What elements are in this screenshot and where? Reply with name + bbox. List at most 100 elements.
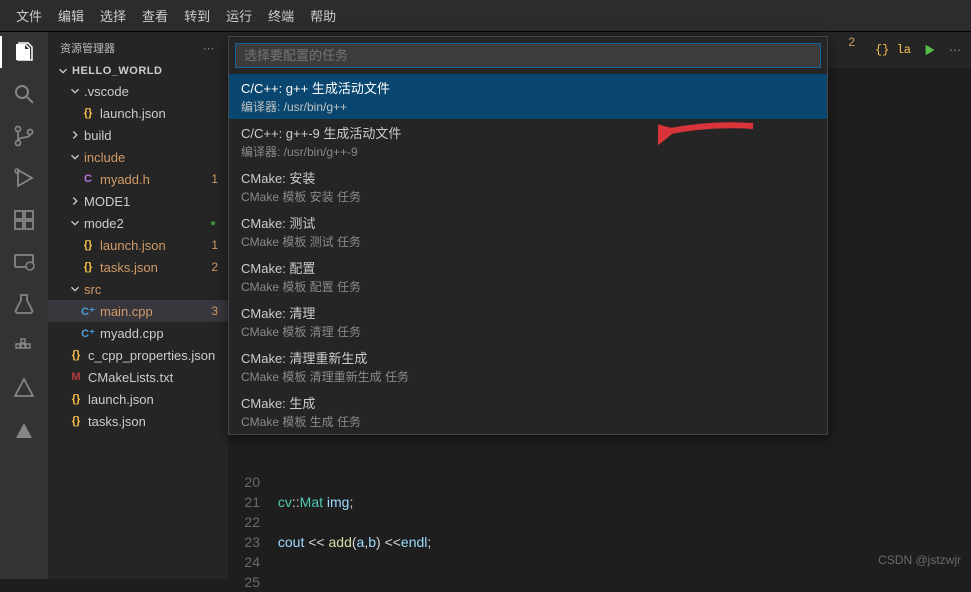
modified-badge: 1 [211,172,228,186]
tree-label: main.cpp [100,304,211,319]
menu-编辑[interactable]: 编辑 [50,4,92,27]
json-icon: {} [68,347,84,363]
search-icon [12,82,36,106]
modified-badge: 1 [211,238,228,252]
json-icon: {} [68,391,84,407]
tree-label: myadd.cpp [100,326,228,341]
code-line: 25 [236,572,971,592]
cpp-icon: C⁺ [80,325,96,341]
folder-include[interactable]: include [48,146,228,168]
task-picker-dropdown: C/C++: g++ 生成活动文件编译器: /usr/bin/g++C/C++:… [228,36,828,435]
file-main.cpp[interactable]: C⁺main.cpp3 [48,300,228,322]
activity-debug[interactable] [0,166,48,190]
task-main-label: C/C++: g++ 生成活动文件 [241,78,815,97]
task-option[interactable]: CMake: 配置CMake 模板 配置 任务 [229,254,827,299]
file-launch.json[interactable]: {} launch.json [48,102,228,124]
folder-mode2[interactable]: mode2 [48,212,228,234]
tab-la[interactable]: {} la [875,43,911,57]
tree-label: tasks.json [100,260,211,275]
activity-misc[interactable] [0,418,48,442]
tree-label: include [84,150,228,165]
activity-remote[interactable] [0,250,48,274]
more-icon[interactable]: ⋯ [203,42,216,55]
file-c_cpp_properties.json[interactable]: {} c_cpp_properties.json [48,344,228,366]
cpp-icon: C⁺ [80,303,96,319]
project-root[interactable]: HELLO_WORLD [48,62,228,80]
file-tasks.json[interactable]: {} tasks.json [48,410,228,432]
task-picker-list: C/C++: g++ 生成活动文件编译器: /usr/bin/g++C/C++:… [229,74,827,434]
chevron-down-icon [68,282,82,296]
flask-icon [12,292,36,316]
menu-查看[interactable]: 查看 [134,4,176,27]
menu-bar: 文件编辑选择查看转到运行终端帮助 [0,0,971,32]
activity-extensions[interactable] [0,208,48,232]
code-line: 21 cv::Mat img; [236,492,971,512]
chevron-down-icon [68,216,82,230]
activity-explorer[interactable] [0,40,48,64]
tree-label: build [84,128,228,143]
triangle-icon [12,418,36,442]
project-name: HELLO_WORLD [72,65,162,77]
task-option[interactable]: CMake: 安装CMake 模板 安装 任务 [229,164,827,209]
task-sub-label: CMake 模板 安装 任务 [241,188,815,205]
json-icon: {} [68,413,84,429]
tree-label: myadd.h [100,172,211,187]
remote-icon [12,250,36,274]
folder-build[interactable]: build [48,124,228,146]
folder-.vscode[interactable]: .vscode [48,80,228,102]
task-option[interactable]: C/C++: g++-9 生成活动文件编译器: /usr/bin/g++-9 [229,119,827,164]
activity-docker[interactable] [0,334,48,358]
tree-label: src [84,282,228,297]
tree-label: MODE1 [84,194,228,209]
tree-label: tasks.json [88,414,228,429]
debug-icon [12,166,36,190]
more-icon[interactable]: ⋯ [949,43,961,57]
tree-label: .vscode [84,84,228,99]
cmake-icon [12,376,36,400]
json-icon: {} [80,259,96,275]
activity-testing[interactable] [0,292,48,316]
menu-文件[interactable]: 文件 [8,4,50,27]
file-myadd.cpp[interactable]: C⁺ myadd.cpp [48,322,228,344]
code-line: 20 [236,472,971,492]
chevron-down-icon [68,84,82,98]
task-main-label: CMake: 生成 [241,393,815,412]
chevron-right-icon [68,128,82,142]
menu-转到[interactable]: 转到 [176,4,218,27]
tree-label: launch.json [100,106,228,121]
activity-search[interactable] [0,82,48,106]
run-icon[interactable] [923,43,937,57]
task-sub-label: CMake 模板 测试 任务 [241,233,815,250]
json-icon: {} [80,105,96,121]
code-line: 24 [236,552,971,572]
task-option[interactable]: CMake: 清理重新生成CMake 模板 清理重新生成 任务 [229,344,827,389]
task-main-label: C/C++: g++-9 生成活动文件 [241,123,815,142]
task-option[interactable]: C/C++: g++ 生成活动文件编译器: /usr/bin/g++ [229,74,827,119]
extensions-icon [12,208,36,232]
folder-src[interactable]: src [48,278,228,300]
activity-cmake[interactable] [0,376,48,400]
task-picker-input[interactable] [235,43,821,68]
file-launch.json[interactable]: {}launch.json [48,388,228,410]
activity-scm[interactable] [0,124,48,148]
menu-选择[interactable]: 选择 [92,4,134,27]
file-myadd.h[interactable]: Cmyadd.h1 [48,168,228,190]
menu-运行[interactable]: 运行 [218,4,260,27]
task-main-label: CMake: 清理 [241,303,815,322]
code-editor[interactable]: 2021 cv::Mat img;2223 cout << add(a,b) <… [236,472,971,592]
chevron-down-icon [68,150,82,164]
file-CMakeLists.txt[interactable]: MCMakeLists.txt [48,366,228,388]
file-tasks.json[interactable]: {}tasks.json2 [48,256,228,278]
folder-MODE1[interactable]: MODE1 [48,190,228,212]
task-option[interactable]: CMake: 测试CMake 模板 测试 任务 [229,209,827,254]
menu-帮助[interactable]: 帮助 [302,4,344,27]
menu-终端[interactable]: 终端 [260,4,302,27]
tree-label: c_cpp_properties.json [88,348,228,363]
task-main-label: CMake: 清理重新生成 [241,348,815,367]
tree-label: mode2 [84,216,210,231]
task-sub-label: CMake 模板 清理 任务 [241,323,815,340]
file-launch.json[interactable]: {}launch.json1 [48,234,228,256]
editor-area: {} la ⋯ 2 C/C++: g++ 生成活动文件编译器: /usr/bin… [228,32,971,579]
task-option[interactable]: CMake: 清理CMake 模板 清理 任务 [229,299,827,344]
task-option[interactable]: CMake: 生成CMake 模板 生成 任务 [229,389,827,434]
